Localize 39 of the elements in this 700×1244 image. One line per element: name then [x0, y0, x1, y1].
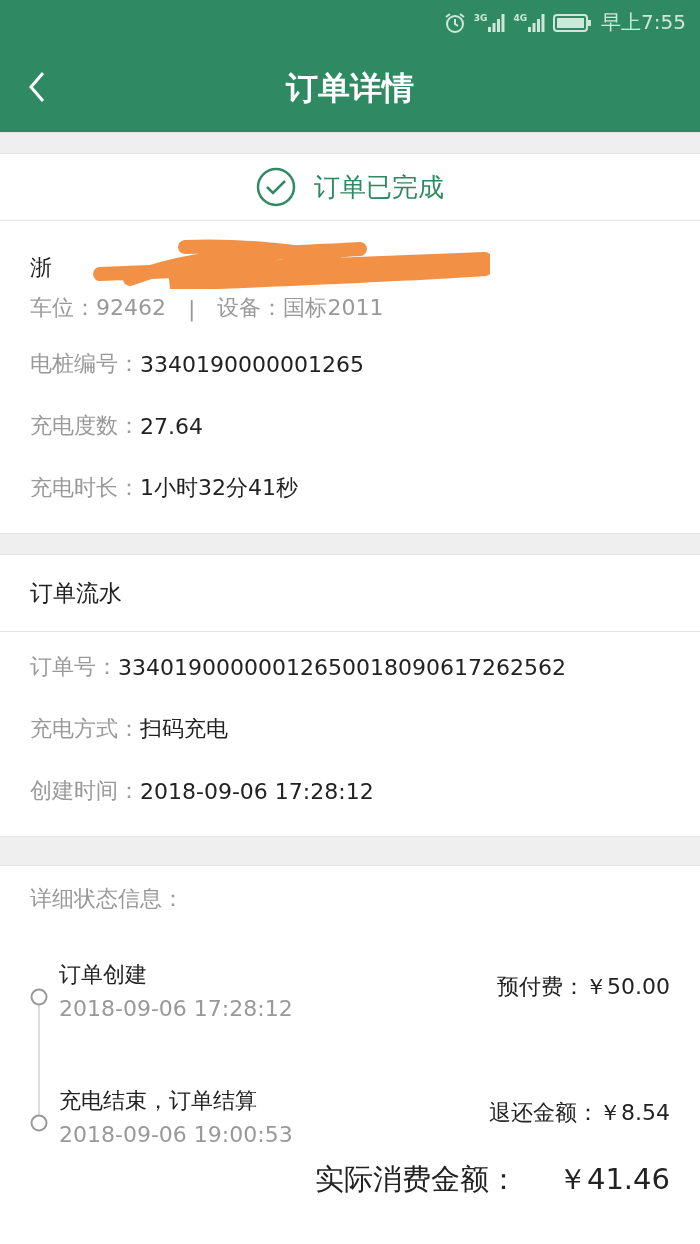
field-label: 设备：国标2011 [217, 294, 384, 322]
event-name: 订单创建 [59, 961, 148, 989]
field-label: 充电度数： [30, 412, 140, 440]
clock-time: 早上7:55 [601, 9, 686, 36]
section-title: 订单流水 [0, 555, 700, 632]
network-label: 4G [513, 12, 528, 23]
signal-icon [527, 12, 546, 33]
event-time: 2018-09-06 17:28:12 [59, 996, 294, 1021]
section-title: 详细状态信息： [30, 885, 185, 913]
order-status: 订单已完成 [314, 170, 444, 204]
field-label: 电桩编号： [30, 350, 140, 378]
back-icon [28, 71, 46, 103]
field-label: 车位：92462 [30, 294, 166, 322]
separator: | [188, 295, 196, 321]
event-time: 2018-09-06 19:00:53 [59, 1122, 294, 1147]
field-value: 33401900000012650018090617262562 [118, 654, 566, 680]
field-value: 2018-09-06 17:28:12 [140, 778, 374, 804]
timeline-dot-icon [30, 1114, 48, 1132]
battery-icon [553, 12, 594, 33]
signal-icon [487, 12, 506, 33]
timeline-dot-icon [30, 988, 48, 1006]
event-amount: 退还金额：￥8.54 [489, 1099, 670, 1127]
station-name: 浙 [30, 254, 52, 282]
event-name: 充电结束，订单结算 [59, 1087, 258, 1115]
total-label: 实际消费金额： [314, 1161, 518, 1198]
field-value: 扫码充电 [140, 715, 228, 743]
field-label: 充电方式： [30, 715, 140, 743]
field-value: 1小时32分41秒 [140, 474, 298, 502]
network-label: 3G [473, 12, 488, 23]
page-title: 订单详情 [286, 67, 414, 109]
field-value: 27.64 [140, 413, 203, 439]
field-label: 订单号： [30, 653, 118, 681]
alarm-icon [443, 11, 466, 34]
field-value: 3340190000001265 [140, 351, 364, 377]
event-amount: 预付费：￥50.00 [497, 973, 670, 1001]
total-amount: ￥41.46 [557, 1161, 670, 1198]
field-label: 创建时间： [30, 777, 140, 805]
field-label: 充电时长： [30, 474, 140, 502]
check-circle-icon [256, 167, 296, 207]
